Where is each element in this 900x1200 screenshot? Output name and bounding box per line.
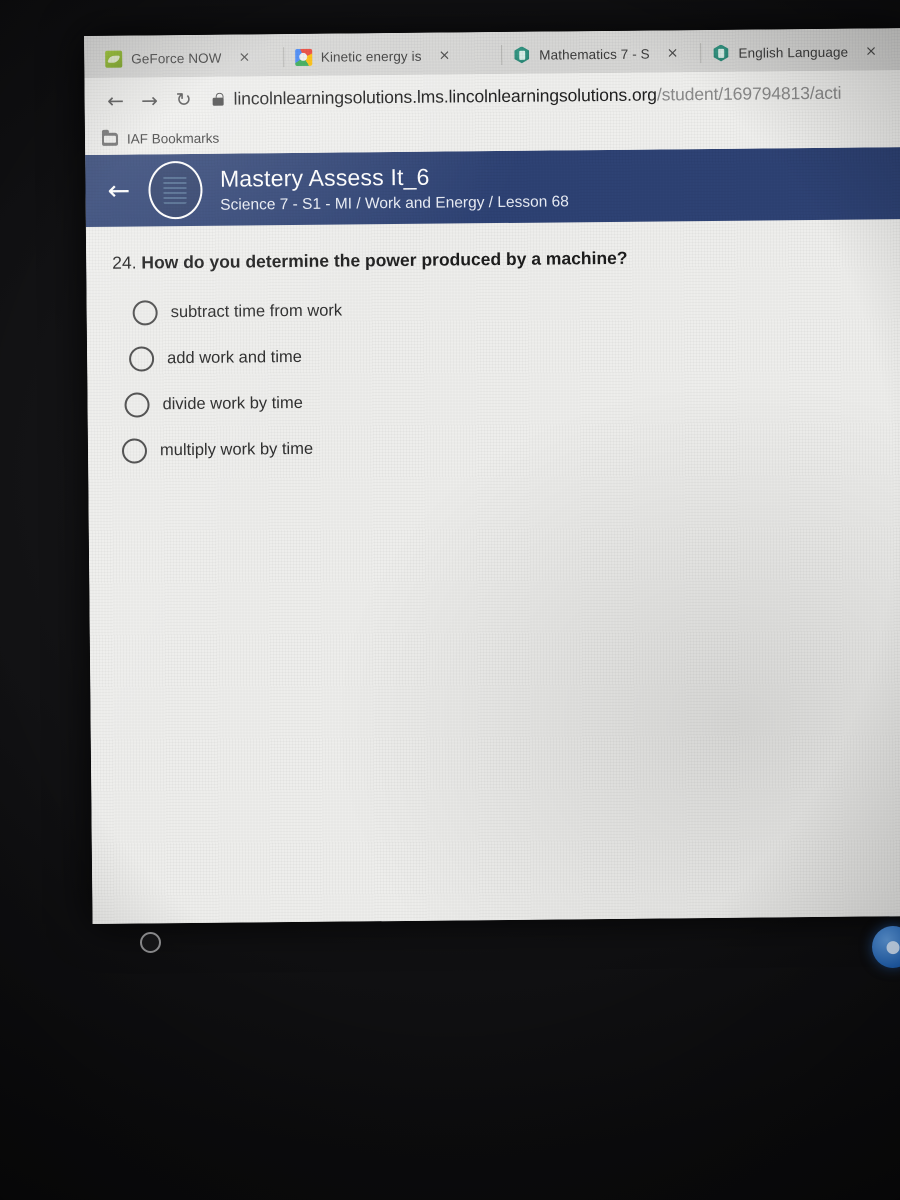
back-icon[interactable]: ← (98, 83, 132, 117)
assessment-content: 24. How do you determine the power produ… (85, 219, 900, 924)
question-prompt: How do you determine the power produced … (141, 247, 628, 273)
url-domain: lincolnlearningsolutions.lms.lincolnlear… (233, 84, 657, 109)
browser-tab-kinetic-energy[interactable]: Kinetic energy is × (284, 36, 503, 76)
answer-option-label: multiply work by time (159, 439, 314, 459)
answer-options: subtract time from work add work and tim… (112, 288, 888, 467)
close-icon[interactable]: × (865, 43, 877, 59)
answer-option-label: add work and time (167, 347, 303, 367)
google-icon (294, 48, 312, 66)
radio-button[interactable] (132, 299, 158, 326)
tab-title: Kinetic energy is (320, 48, 422, 65)
photo-scene: GeForce NOW × Kinetic energy is × Mathem… (0, 0, 900, 1200)
bookmark-item-iaf-bookmarks[interactable]: IAF Bookmarks (127, 130, 219, 146)
answer-option-label: subtract time from work (170, 301, 343, 321)
browser-tab-geforce-now[interactable]: GeForce NOW × (94, 38, 284, 78)
browser-toolbar: ← → ↻ lincolnlearningsolutions.lms.linco… (84, 70, 900, 123)
answer-option[interactable]: subtract time from work (132, 288, 886, 329)
breadcrumb: Science 7 - S1 - MI / Work and Energy / … (220, 192, 569, 214)
screen-panel: GeForce NOW × Kinetic energy is × Mathem… (84, 28, 900, 924)
folder-icon (101, 132, 119, 146)
reload-icon[interactable]: ↻ (166, 82, 200, 116)
power-indicator-button[interactable] (140, 932, 161, 953)
answer-option[interactable]: divide work by time (124, 380, 887, 421)
tab-title: English Language (738, 44, 849, 61)
browser-tab-english-language[interactable]: English Language × (701, 32, 900, 72)
lincoln-icon (712, 44, 729, 61)
back-icon[interactable]: ← (107, 175, 130, 206)
close-icon[interactable]: × (438, 47, 450, 63)
tab-title: Mathematics 7 - S (539, 46, 650, 63)
answer-option[interactable]: multiply work by time (121, 426, 888, 467)
tab-title: GeForce NOW (131, 50, 222, 67)
radio-button[interactable] (124, 391, 150, 418)
geforce-icon (105, 50, 123, 68)
lesson-header: ← Mastery Assess It_6 Science 7 - S1 - M… (85, 147, 900, 227)
forward-icon[interactable]: → (132, 83, 166, 117)
address-bar-url: lincolnlearningsolutions.lms.lincolnlear… (234, 83, 842, 110)
close-icon[interactable]: × (239, 49, 251, 65)
page-title: Mastery Assess It_6 (219, 163, 430, 192)
browser-tab-mathematics-7[interactable]: Mathematics 7 - S × (502, 34, 702, 74)
close-icon[interactable]: × (667, 45, 679, 61)
radio-button[interactable] (121, 437, 148, 464)
radio-button[interactable] (128, 345, 155, 372)
course-badge-icon (147, 160, 203, 220)
url-path: /student/169794813/acti (656, 82, 842, 105)
answer-option[interactable]: add work and time (128, 334, 887, 375)
address-bar[interactable]: lincolnlearningsolutions.lms.lincolnlear… (213, 82, 900, 110)
lock-icon (213, 93, 224, 106)
question-text: 24. How do you determine the power produ… (112, 245, 886, 273)
lincoln-icon (513, 46, 530, 63)
question-number: 24. (112, 252, 137, 273)
answer-option-label: divide work by time (162, 393, 303, 413)
